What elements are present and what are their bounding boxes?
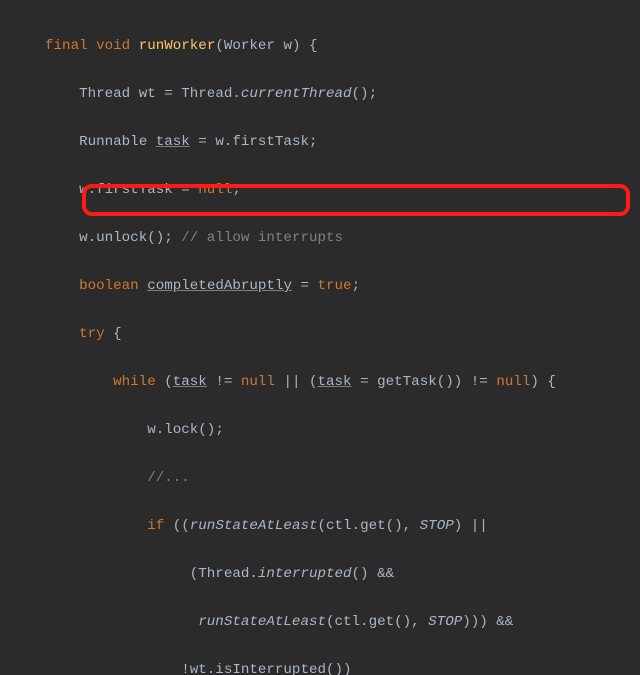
static-call: runStateAtLeast xyxy=(198,614,326,630)
var-completedAbruptly: completedAbruptly xyxy=(147,278,292,294)
kw-if: if xyxy=(147,518,164,534)
kw-null: null xyxy=(496,374,530,390)
text: !wt.isInterrupted()) xyxy=(181,662,351,675)
static-call: interrupted xyxy=(258,566,352,582)
code-line: try { xyxy=(0,322,640,346)
const-stop: STOP xyxy=(420,518,454,534)
kw-true: true xyxy=(318,278,352,294)
kw-try: try xyxy=(79,326,105,342)
kw-while: while xyxy=(113,374,156,390)
text: w.unlock(); xyxy=(79,230,181,246)
code-line: w.unlock(); // allow interrupts xyxy=(0,226,640,250)
code-line: Runnable task = w.firstTask; xyxy=(0,130,640,154)
comment: // allow interrupts xyxy=(181,230,343,246)
code-line: boolean completedAbruptly = true; xyxy=(0,274,640,298)
text: w.firstTask = xyxy=(79,182,198,198)
static-call: runStateAtLeast xyxy=(190,518,318,534)
kw-boolean: boolean xyxy=(79,278,139,294)
code-line: w.lock(); xyxy=(0,418,640,442)
code-line: runStateAtLeast(ctl.get(), STOP))) && xyxy=(0,610,640,634)
text: Runnable xyxy=(79,134,156,150)
text: = w.firstTask; xyxy=(190,134,318,150)
params: (Worker w) { xyxy=(215,38,317,54)
code-line: //... xyxy=(0,466,640,490)
code-line: (Thread.interrupted() && xyxy=(0,562,640,586)
kw-null: null xyxy=(198,182,232,198)
kw-void: void xyxy=(96,38,130,54)
text: ; xyxy=(232,182,241,198)
code-block: final void runWorker(Worker w) { Thread … xyxy=(0,0,640,675)
code-line: Thread wt = Thread.currentThread(); xyxy=(0,82,640,106)
var-task: task xyxy=(173,374,207,390)
text: (); xyxy=(352,86,378,102)
comment: //... xyxy=(147,470,190,486)
text: w.lock(); xyxy=(147,422,224,438)
kw-null: null xyxy=(241,374,275,390)
var-task: task xyxy=(318,374,352,390)
code-line: if ((runStateAtLeast(ctl.get(), STOP) || xyxy=(0,514,640,538)
code-line: final void runWorker(Worker w) { xyxy=(0,34,640,58)
code-line-highlighted: while (task != null || (task = getTask()… xyxy=(0,370,640,394)
text: Thread wt = Thread. xyxy=(79,86,241,102)
const-stop: STOP xyxy=(428,614,462,630)
code-line: !wt.isInterrupted()) xyxy=(0,658,640,675)
kw-final: final xyxy=(45,38,88,54)
method-name: runWorker xyxy=(139,38,216,54)
code-line: w.firstTask = null; xyxy=(0,178,640,202)
code-screenshot: final void runWorker(Worker w) { Thread … xyxy=(0,0,640,675)
var-task: task xyxy=(156,134,190,150)
static-call: currentThread xyxy=(241,86,352,102)
